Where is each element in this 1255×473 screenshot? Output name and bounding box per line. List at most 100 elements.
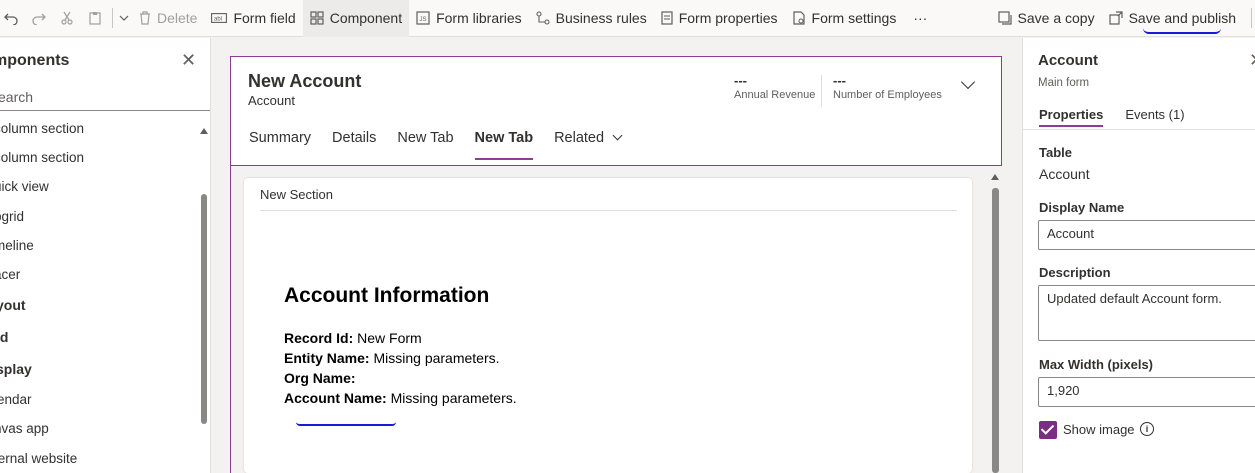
component-label: Component [329, 10, 403, 26]
save-copy-button[interactable]: Save a copy [991, 0, 1102, 37]
form-properties-button[interactable]: Form properties [654, 0, 785, 37]
toolbar-separator-end [1251, 8, 1252, 28]
components-list: column section column section uick view bgr… [0, 114, 199, 473]
info-row-record-id: Record Id: New Form [284, 330, 422, 346]
display-name-field[interactable]: Account [1038, 220, 1255, 250]
properties-tabs: Properties Events (1) [1039, 107, 1207, 127]
component-category[interactable]: id [0, 321, 199, 353]
component-item[interactable]: acer [0, 260, 199, 289]
tab-new-tab-active[interactable]: New Tab [474, 130, 533, 160]
form-settings-label: Form settings [811, 10, 897, 26]
component-item[interactable]: meline [0, 231, 199, 260]
show-image-label: Show image [1063, 422, 1135, 437]
chevron-down-icon[interactable] [960, 74, 976, 90]
form-section[interactable]: New Section Account Information Record I… [244, 178, 972, 473]
component-item[interactable]: column section [0, 114, 199, 143]
account-info-title: Account Information [284, 284, 490, 307]
canvas-scrollbar-thumb[interactable] [992, 188, 999, 473]
component-item[interactable]: ternal website [0, 444, 199, 473]
cut-button[interactable] [53, 0, 81, 37]
max-width-label: Max Width (pixels) [1039, 357, 1154, 372]
paste-options-chevron[interactable] [116, 0, 132, 37]
tab-new-tab[interactable]: New Tab [397, 130, 453, 160]
form-libraries-icon: JS [416, 11, 430, 25]
components-scrollbar[interactable] [199, 124, 209, 473]
delete-button[interactable]: Delete [132, 0, 204, 37]
max-width-field[interactable]: 1,920 [1038, 377, 1255, 407]
save-copy-label: Save a copy [1017, 10, 1095, 26]
component-item-label: lendar [0, 392, 32, 408]
chevron-down-icon [612, 130, 623, 141]
show-image-checkbox[interactable] [1039, 421, 1057, 439]
component-item-label: uick view [0, 179, 49, 195]
component-item-label: bgrid [0, 208, 25, 224]
business-rules-icon [536, 11, 550, 25]
command-bar: Delete abl Form field Component JS Form … [0, 0, 1255, 37]
info-key: Record Id: [284, 330, 354, 346]
scrollbar-thumb[interactable] [201, 194, 207, 424]
component-category[interactable]: yout [0, 289, 199, 321]
component-item[interactable]: bgrid [0, 202, 199, 231]
close-icon[interactable]: ✕ [1249, 50, 1255, 71]
component-category[interactable]: splay [0, 353, 199, 385]
components-search-input[interactable]: earch [0, 84, 210, 111]
component-item-label: splay [0, 361, 32, 378]
form-settings-button[interactable]: Form settings [785, 0, 904, 37]
delete-label: Delete [157, 10, 198, 26]
annotation-underline-account-name [296, 422, 396, 426]
tab-properties[interactable]: Properties [1039, 107, 1104, 127]
scroll-up-icon[interactable] [991, 174, 999, 180]
header-field-value: --- [833, 73, 846, 88]
form-field-label: Form field [233, 10, 296, 26]
header-divider [821, 75, 822, 107]
form-libraries-button[interactable]: JS Form libraries [409, 0, 529, 37]
redo-icon [32, 13, 46, 25]
component-item-label: column section [0, 150, 85, 166]
more-commands-button[interactable]: ··· [903, 0, 937, 37]
section-title: New Section [260, 187, 333, 202]
info-value: Missing parameters. [386, 390, 517, 406]
form-header[interactable]: New Account Account --- Annual Revenue -… [230, 56, 1002, 166]
table-label: Table [1039, 145, 1072, 160]
header-field-annual-revenue[interactable]: --- Annual Revenue [734, 73, 815, 101]
component-item-label: meline [0, 237, 34, 253]
component-item-label: nvas app [0, 421, 49, 437]
properties-panel-subtitle: Main form [1038, 77, 1090, 89]
component-item[interactable]: lendar [0, 385, 199, 414]
component-item[interactable]: nvas app [0, 414, 199, 443]
paste-button[interactable] [81, 0, 109, 37]
header-field-value: --- [734, 73, 747, 88]
display-name-label: Display Name [1039, 200, 1125, 215]
component-item-label: yout [0, 297, 26, 314]
info-row-org-name: Org Name: [284, 370, 356, 386]
tab-summary[interactable]: Summary [249, 130, 311, 160]
svg-text:JS: JS [420, 17, 427, 23]
annotation-underline-save [1143, 28, 1221, 34]
form-properties-label: Form properties [678, 10, 778, 26]
component-item[interactable]: uick view [0, 172, 199, 201]
component-item-label: column section [0, 121, 85, 137]
form-field-button[interactable]: abl Form field [204, 0, 302, 37]
header-field-employees[interactable]: --- Number of Employees [833, 73, 942, 101]
components-panel-title: mponents [0, 52, 70, 69]
description-field[interactable]: Updated default Account form. [1038, 285, 1255, 341]
info-value: New Form [353, 330, 422, 346]
info-icon[interactable]: i [1140, 422, 1154, 436]
business-rules-button[interactable]: Business rules [529, 0, 654, 37]
undo-button[interactable] [0, 0, 25, 37]
info-key: Account Name: [284, 390, 387, 406]
scroll-up-icon[interactable] [200, 128, 208, 134]
tab-details[interactable]: Details [332, 130, 376, 160]
tab-events[interactable]: Events (1) [1125, 107, 1184, 127]
component-item-label: ternal website [0, 450, 78, 466]
more-label: ··· [913, 10, 928, 26]
tab-related[interactable]: Related [554, 130, 623, 160]
component-item-label: id [0, 329, 9, 346]
info-row-entity-name: Entity Name: Missing parameters. [284, 350, 500, 366]
save-publish-icon [1108, 11, 1123, 25]
redo-button[interactable] [25, 0, 53, 37]
chevron-down-icon [119, 15, 129, 21]
close-icon[interactable]: ✕ [181, 51, 196, 69]
component-button[interactable]: Component [302, 0, 410, 37]
component-item[interactable]: column section [0, 143, 199, 172]
